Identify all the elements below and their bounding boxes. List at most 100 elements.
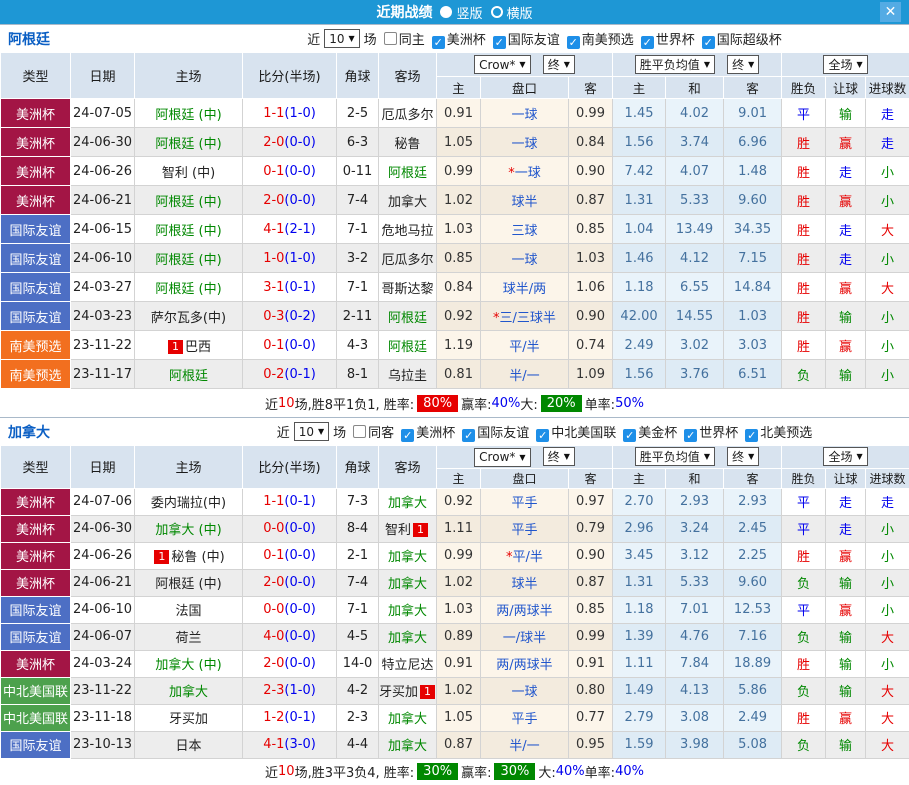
team-name-text: 牙买加: [379, 685, 418, 700]
home-team-cell: 法国: [135, 596, 243, 623]
league-type-cell: 国际友谊: [1, 623, 71, 650]
summary-text: 赢率:: [461, 394, 491, 413]
league-checkbox-checked[interactable]: ✓: [702, 36, 715, 49]
league-checkbox-checked[interactable]: ✓: [745, 429, 758, 442]
final-odds-select[interactable]: 终▼: [543, 447, 575, 466]
summary-text: 10: [278, 396, 295, 411]
radio-horizontal-label[interactable]: 横版: [507, 3, 533, 22]
away-team-cell: 加拿大: [379, 488, 437, 515]
match-count-select[interactable]: 10 ▼: [324, 29, 359, 48]
match-date-cell: 24-03-27: [71, 273, 135, 302]
league-checkbox-checked[interactable]: ✓: [623, 429, 636, 442]
corners-cell: 4-4: [337, 731, 379, 758]
bookmaker-select[interactable]: Crow*▼: [474, 448, 530, 467]
league-checkbox-checked[interactable]: ✓: [536, 429, 549, 442]
league-type-cell: 国际友谊: [1, 244, 71, 273]
match-date-cell: 24-07-06: [71, 488, 135, 515]
home-team-cell: 日本: [135, 731, 243, 758]
result-group: 全场▼: [782, 53, 909, 77]
goals-result-cell: 大: [866, 677, 909, 704]
league-checkbox-checked[interactable]: ✓: [493, 36, 506, 49]
corners-cell: 14-0: [337, 650, 379, 677]
league-checkbox-checked[interactable]: ✓: [641, 36, 654, 49]
fulltime-score: 0-0: [263, 602, 284, 617]
europe-odds-group: 胜平负均值▼ 终▼: [613, 446, 782, 469]
league-checkbox-checked[interactable]: ✓: [462, 429, 475, 442]
handicap-result-cell: 输: [826, 360, 866, 389]
fulltime-score: 2-0: [263, 575, 284, 590]
goals-result-cell: 大: [866, 731, 909, 758]
score-cell: 0-3(0-2): [243, 302, 337, 331]
corners-cell: 4-5: [337, 623, 379, 650]
halftime-score: (3-0): [284, 737, 315, 752]
close-icon[interactable]: ✕: [880, 2, 901, 22]
same-venue-checkbox[interactable]: [384, 32, 397, 45]
league-checkbox-checked[interactable]: ✓: [684, 429, 697, 442]
chevron-down-icon: ▼: [704, 452, 710, 461]
home-team-cell: 阿根廷 (中): [135, 215, 243, 244]
final-odds-select-2[interactable]: 终▼: [727, 447, 759, 466]
asia-line-cell: 一球: [481, 244, 569, 273]
league-type-cell: 美洲杯: [1, 542, 71, 569]
asia-home-odds-cell: 0.89: [437, 623, 481, 650]
match-count-select[interactable]: 10 ▼: [294, 422, 329, 441]
fulltime-score: 1-1: [263, 494, 284, 509]
handicap-line-text: 一球: [511, 253, 537, 268]
asia-home-odds-cell: 0.87: [437, 731, 481, 758]
eu-home-odds-cell: 1.56: [613, 128, 666, 157]
eu-away-odds-cell: 14.84: [724, 273, 782, 302]
bookmaker-select[interactable]: Crow*▼: [474, 55, 530, 74]
eu-draw-odds-cell: 4.12: [666, 244, 724, 273]
handicap-line-text: 两/两球半: [496, 604, 552, 619]
eu-draw-odds-cell: 4.02: [666, 99, 724, 128]
goals-result-cell: 大: [866, 623, 909, 650]
league-type-cell: 南美预选: [1, 360, 71, 389]
asia-line-cell: 平手: [481, 704, 569, 731]
corners-cell: 8-1: [337, 360, 379, 389]
chevron-down-icon: ▼: [748, 60, 754, 69]
team-name-text: 阿根廷 (中): [155, 224, 221, 239]
avg-odds-select[interactable]: 胜平负均值▼: [635, 447, 715, 466]
league-checkbox-checked[interactable]: ✓: [567, 36, 580, 49]
avg-odds-select[interactable]: 胜平负均值▼: [635, 55, 715, 74]
away-team-cell: 加拿大: [379, 623, 437, 650]
fulltime-score: 4-1: [263, 737, 284, 752]
radio-vertical-selected-icon[interactable]: [440, 6, 452, 18]
eu-away-odds-cell: 2.49: [724, 704, 782, 731]
handicap-line-text: 一球: [511, 685, 537, 700]
asia-away-odds-cell: 0.99: [569, 623, 613, 650]
outcome-cell: 平: [782, 515, 826, 542]
asia-line-cell: 一球: [481, 677, 569, 704]
radio-horizontal-icon[interactable]: [491, 6, 503, 18]
team-name-text: 阿根廷: [169, 369, 208, 384]
match-row: 美洲杯24-06-30加拿大 (中)0-0(0-0)8-4智利11.11平手0.…: [1, 515, 909, 542]
asia-away-odds-cell: 0.90: [569, 542, 613, 569]
asia-home-odds-cell: 0.91: [437, 650, 481, 677]
radio-vertical-label[interactable]: 竖版: [456, 3, 482, 22]
league-checkbox-checked[interactable]: ✓: [432, 36, 445, 49]
summary-text: 单率:: [585, 394, 615, 413]
final-odds-select-2[interactable]: 终▼: [727, 55, 759, 74]
final-odds-select[interactable]: 终▼: [543, 55, 575, 74]
same-venue-checkbox[interactable]: [353, 425, 366, 438]
fullmatch-select[interactable]: 全场▼: [823, 447, 867, 466]
away-team-cell: 哥斯达黎: [379, 273, 437, 302]
away-team-cell: 阿根廷: [379, 157, 437, 186]
halftime-score: (1-0): [284, 251, 315, 266]
fulltime-score: 0-3: [263, 309, 284, 324]
score-cell: 2-0(0-0): [243, 186, 337, 215]
col-date: 日期: [71, 53, 135, 99]
fullmatch-select[interactable]: 全场▼: [823, 55, 867, 74]
eu-away-odds-cell: 5.08: [724, 731, 782, 758]
fulltime-score: 0-1: [263, 164, 284, 179]
fulltime-score: 4-1: [263, 222, 284, 237]
eu-draw-odds-cell: 5.33: [666, 569, 724, 596]
away-team-cell: 加拿大: [379, 731, 437, 758]
league-checkbox-checked[interactable]: ✓: [401, 429, 414, 442]
league-filter-label: 美洲杯: [447, 33, 486, 48]
fulltime-score: 0-1: [263, 548, 284, 563]
handicap-line-text: 平/半: [509, 340, 539, 355]
eu-home-odds-cell: 2.79: [613, 704, 666, 731]
handicap-result-cell: 输: [826, 569, 866, 596]
match-row: 南美预选23-11-221巴西0-1(0-0)4-3阿根廷1.19平/半0.74…: [1, 331, 909, 360]
